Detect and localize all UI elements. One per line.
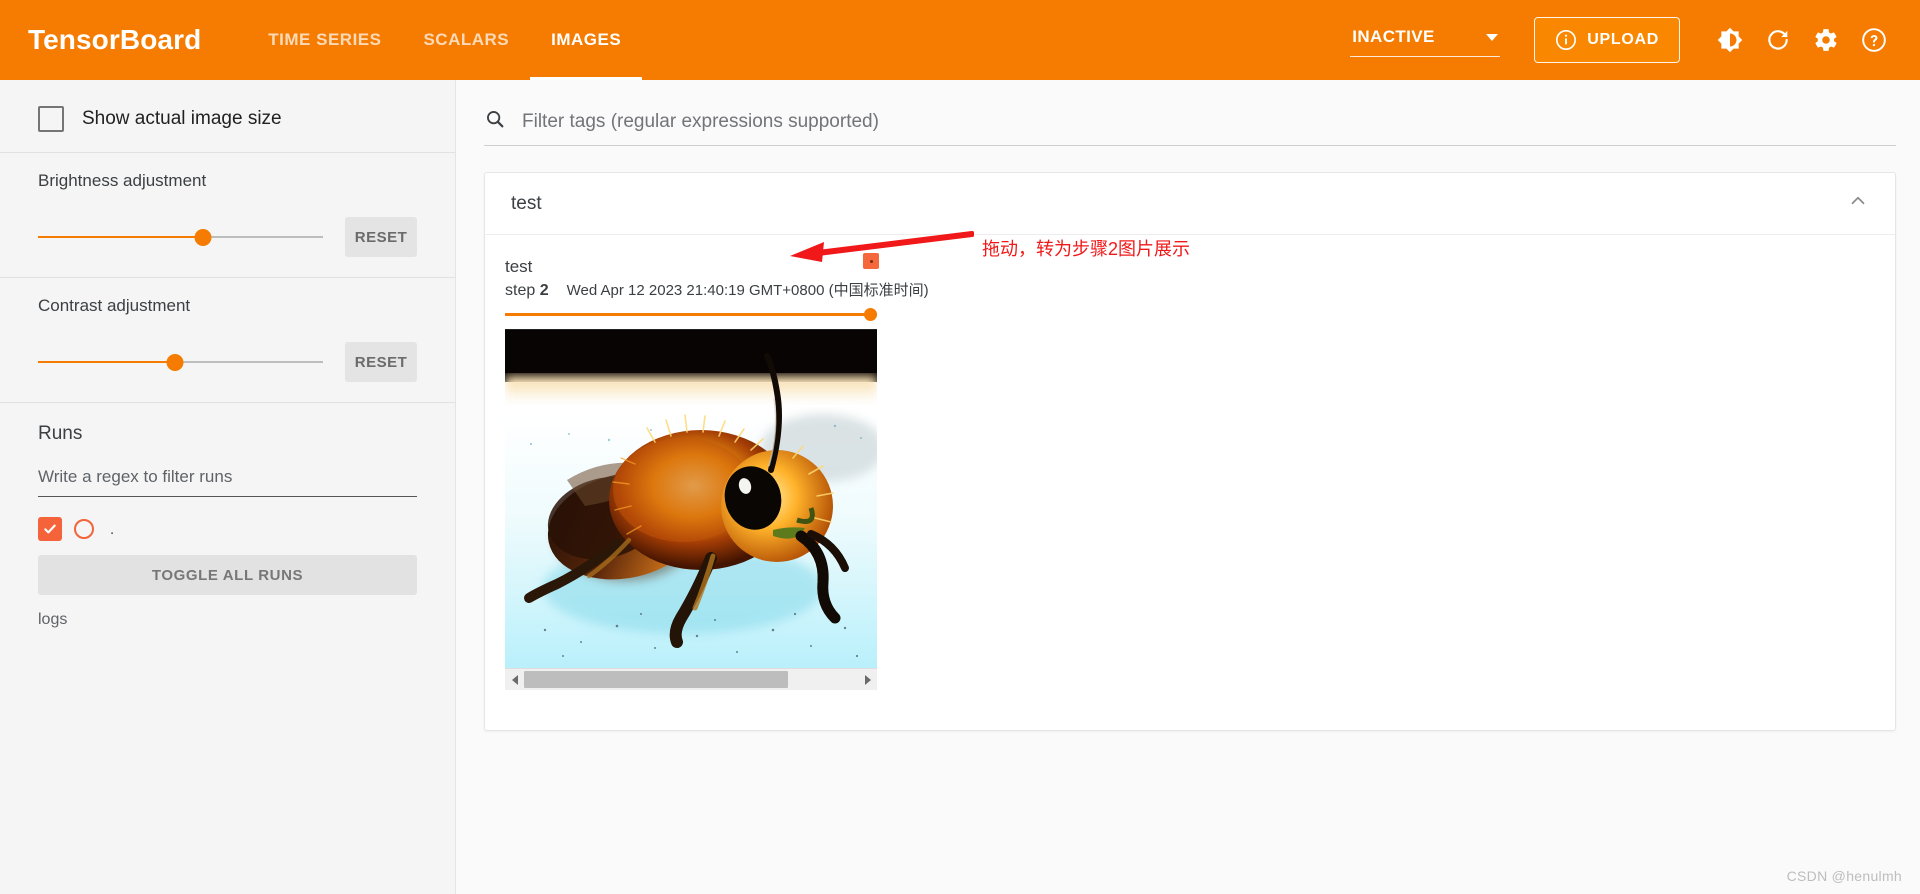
tab-scalars[interactable]: SCALARS — [402, 0, 530, 80]
brightness-icon[interactable] — [1706, 16, 1754, 64]
watermark-label: CSDN @henulmh — [1786, 868, 1902, 884]
pin-dot-icon — [869, 259, 873, 263]
tab-label: SCALARS — [423, 30, 510, 49]
contrast-section: Contrast adjustment RESET — [0, 278, 455, 403]
run-list-item[interactable]: . — [38, 517, 417, 541]
tag-group-card: test test step 2 Wed Apr 12 2023 21:40:1… — [484, 172, 1896, 731]
upload-button[interactable]: UPLOAD — [1534, 17, 1680, 63]
runs-title: Runs — [38, 423, 83, 444]
image-step-info: step 2 — [505, 282, 549, 300]
top-app-bar: TensorBoard TIME SERIES SCALARS IMAGES I… — [0, 0, 1920, 80]
step-slider-track — [505, 313, 877, 316]
show-actual-image-size-label: Show actual image size — [82, 108, 282, 129]
tag-filter-row — [484, 108, 1896, 146]
tab-images[interactable]: IMAGES — [530, 0, 643, 80]
info-circle-icon — [1555, 29, 1577, 51]
scrollbar-thumb[interactable] — [524, 671, 788, 688]
run-checkbox-checked-icon[interactable] — [38, 517, 62, 541]
brightness-label: Brightness adjustment — [38, 171, 207, 190]
help-circle-icon[interactable] — [1850, 16, 1898, 64]
sidebar: Show actual image size Brightness adjust… — [0, 80, 456, 894]
run-item-label: . — [110, 520, 115, 538]
slider-knob[interactable] — [194, 228, 212, 246]
image-timestamp: Wed Apr 12 2023 21:40:19 GMT+0800 (中国标准时… — [566, 282, 929, 299]
checkbox-square-icon — [38, 106, 64, 132]
runs-list: . — [38, 517, 417, 541]
brightness-reset-button[interactable]: RESET — [345, 217, 417, 257]
slider-fill — [38, 360, 175, 364]
tag-group-body: test step 2 Wed Apr 12 2023 21:40:19 GMT… — [485, 235, 1895, 730]
show-actual-size-section: Show actual image size — [0, 80, 455, 153]
image-pin-badge[interactable] — [863, 253, 879, 269]
contrast-reset-button[interactable]: RESET — [345, 342, 417, 382]
toggle-all-runs-button[interactable]: TOGGLE ALL RUNS — [38, 555, 417, 595]
step-slider-knob[interactable] — [864, 308, 877, 321]
step-word-label: step — [505, 282, 536, 299]
tab-label: TIME SERIES — [268, 30, 382, 49]
scroll-left-arrow-icon[interactable] — [505, 669, 524, 690]
tab-label: IMAGES — [551, 30, 622, 49]
contrast-label: Contrast adjustment — [38, 296, 191, 315]
runs-section: Runs . TOGGLE ALL RUNS logs — [0, 403, 455, 649]
tag-group-title: test — [511, 192, 542, 214]
slider-fill — [38, 235, 204, 239]
refresh-icon[interactable] — [1754, 16, 1802, 64]
scrollbar-track[interactable] — [524, 669, 858, 690]
tab-time-series[interactable]: TIME SERIES — [247, 0, 402, 80]
app-brand-title: TensorBoard — [28, 24, 202, 55]
brightness-section: Brightness adjustment RESET — [0, 153, 455, 278]
step-value: 2 — [539, 282, 549, 299]
run-selector-dropdown[interactable]: INACTIVE — [1350, 23, 1501, 57]
tag-filter-input[interactable] — [520, 109, 1896, 134]
main-layout: Show actual image size Brightness adjust… — [0, 80, 1920, 894]
tag-group-header[interactable]: test — [485, 173, 1895, 235]
bee-image — [505, 330, 877, 668]
scroll-right-arrow-icon[interactable] — [858, 669, 877, 690]
image-tile-name: test — [505, 257, 533, 276]
search-icon — [484, 108, 506, 135]
chevron-up-icon[interactable] — [1847, 190, 1869, 217]
settings-gear-icon[interactable] — [1802, 16, 1850, 64]
image-frame — [505, 329, 877, 690]
brightness-slider[interactable] — [38, 226, 323, 248]
content-area: test test step 2 — [456, 80, 1920, 894]
run-color-circle-icon — [74, 519, 94, 539]
image-viewport — [505, 330, 877, 668]
main-tabs: TIME SERIES SCALARS IMAGES — [247, 0, 643, 80]
run-selector-value: INACTIVE — [1352, 27, 1435, 46]
image-horizontal-scrollbar[interactable] — [505, 668, 877, 690]
upload-button-label: UPLOAD — [1587, 31, 1659, 48]
slider-knob[interactable] — [166, 353, 184, 371]
contrast-slider[interactable] — [38, 351, 323, 373]
show-actual-image-size-checkbox[interactable]: Show actual image size — [38, 98, 417, 132]
image-tile-meta: step 2 Wed Apr 12 2023 21:40:19 GMT+0800… — [505, 279, 929, 300]
image-tile: test step 2 Wed Apr 12 2023 21:40:19 GMT… — [505, 253, 929, 690]
logs-label: logs — [38, 611, 68, 628]
step-slider[interactable] — [505, 307, 877, 323]
runs-filter-input[interactable] — [38, 467, 417, 497]
chevron-down-icon — [1486, 33, 1499, 41]
